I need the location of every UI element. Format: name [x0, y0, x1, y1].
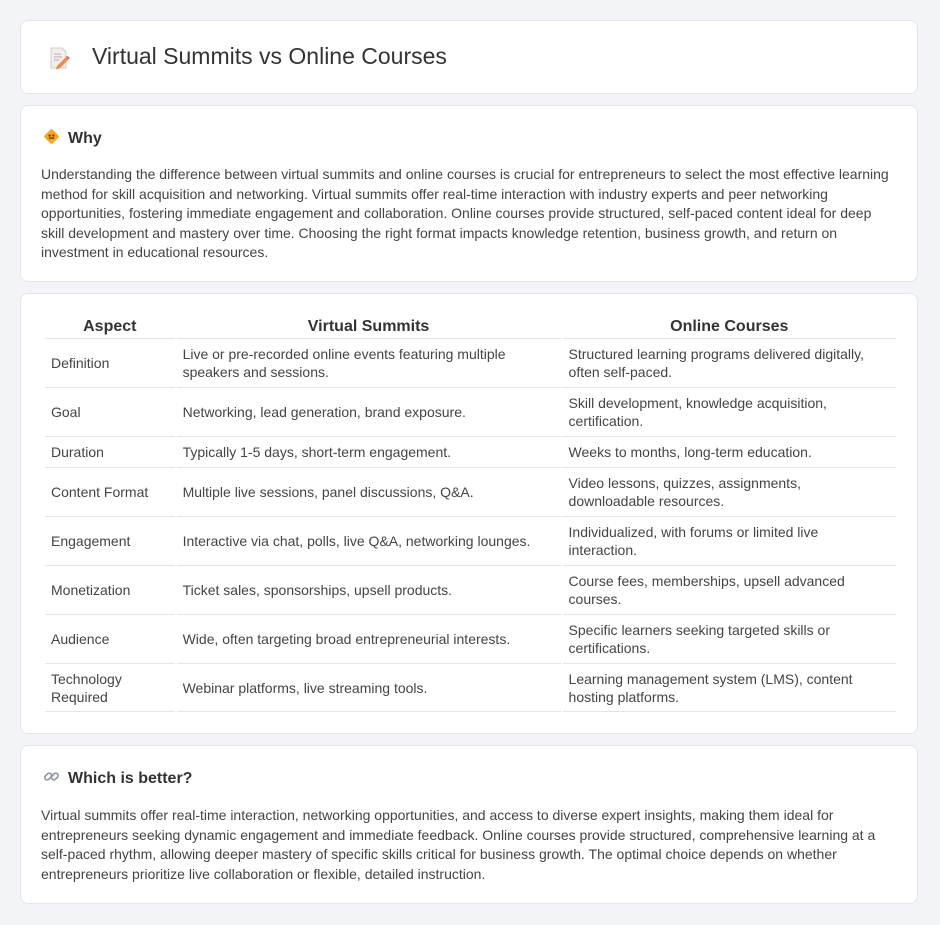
virtual-summits-cell: Live or pre-recorded online events featu… — [176, 338, 561, 387]
online-courses-cell: Individualized, with forums or limited l… — [562, 516, 896, 565]
aspect-cell: Goal — [45, 387, 175, 436]
aspect-cell: Audience — [45, 614, 175, 663]
column-header-online-courses: Online Courses — [670, 318, 789, 335]
table-header-row: Aspect Virtual Summits Online Courses — [45, 316, 896, 338]
online-courses-cell: Learning management system (LMS), conten… — [562, 663, 896, 712]
comparison-table: Aspect Virtual Summits Online Courses De… — [43, 316, 898, 712]
comparison-table-card: Aspect Virtual Summits Online Courses De… — [20, 293, 918, 734]
virtual-summits-cell: Typically 1-5 days, short-term engagemen… — [176, 436, 561, 467]
table-row: Monetization Ticket sales, sponsorships,… — [45, 565, 896, 614]
which-is-better-text: Virtual summits offer real-time interact… — [41, 807, 876, 882]
table-row: Definition Live or pre-recorded online e… — [45, 338, 896, 387]
virtual-summits-cell: Networking, lead generation, brand expos… — [176, 387, 561, 436]
why-text: Understanding the difference between vir… — [41, 166, 889, 260]
virtual-summits-cell: Interactive via chat, polls, live Q&A, n… — [176, 516, 561, 565]
online-courses-cell: Structured learning programs delivered d… — [562, 338, 896, 387]
why-heading: Why — [68, 130, 102, 147]
column-header-aspect: Aspect — [83, 318, 137, 335]
online-courses-cell: Course fees, memberships, upsell advance… — [562, 565, 896, 614]
virtual-summits-cell: Ticket sales, sponsorships, upsell produ… — [176, 565, 561, 614]
column-header-virtual-summits: Virtual Summits — [307, 318, 430, 335]
online-courses-cell: Specific learners seeking targeted skill… — [562, 614, 896, 663]
document-pencil-icon — [47, 46, 71, 75]
table-row: Audience Wide, often targeting broad ent… — [45, 614, 896, 663]
online-courses-cell: Weeks to months, long-term education. — [562, 436, 896, 467]
which-is-better-section: Which is better? Virtual summits offer r… — [20, 745, 918, 904]
aspect-cell: Monetization — [45, 565, 175, 614]
aspect-cell: Duration — [45, 436, 175, 467]
aspect-cell: Technology Required — [45, 663, 175, 712]
page-title: Virtual Summits vs Online Courses — [92, 43, 447, 69]
link-icon — [43, 768, 60, 790]
table-row: Goal Networking, lead generation, brand … — [45, 387, 896, 436]
online-courses-cell: Skill development, knowledge acquisition… — [562, 387, 896, 436]
aspect-cell: Engagement — [45, 516, 175, 565]
table-row: Duration Typically 1-5 days, short-term … — [45, 436, 896, 467]
table-row: Engagement Interactive via chat, polls, … — [45, 516, 896, 565]
table-row: Technology Required Webinar platforms, l… — [45, 663, 896, 712]
online-courses-cell: Video lessons, quizzes, assignments, dow… — [562, 467, 896, 516]
aspect-cell: Content Format — [45, 467, 175, 516]
aspect-cell: Definition — [45, 338, 175, 387]
virtual-summits-cell: Wide, often targeting broad entrepreneur… — [176, 614, 561, 663]
virtual-summits-cell: Multiple live sessions, panel discussion… — [176, 467, 561, 516]
header-card: Virtual Summits vs Online Courses — [20, 20, 918, 94]
which-is-better-heading: Which is better? — [68, 770, 193, 787]
why-section: Why Understanding the difference between… — [20, 105, 918, 282]
virtual-summits-cell: Webinar platforms, live streaming tools. — [176, 663, 561, 712]
diamond-sign-icon — [43, 128, 60, 150]
table-row: Content Format Multiple live sessions, p… — [45, 467, 896, 516]
